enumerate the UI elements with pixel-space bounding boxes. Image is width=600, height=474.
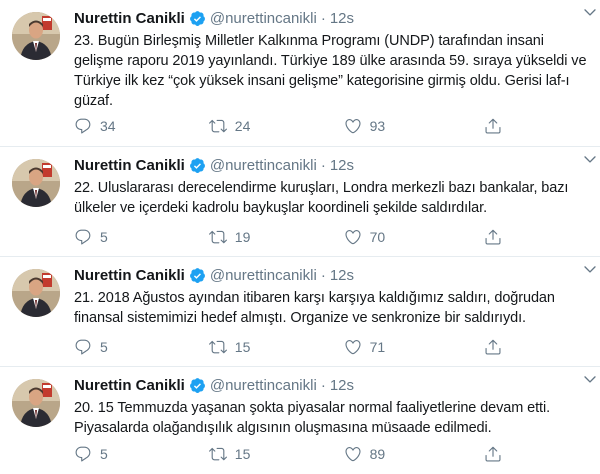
tweet-text: 23. Bugün Birleşmiş Milletler Kalkınma P…	[74, 33, 587, 109]
profile-photo	[12, 159, 60, 207]
reply-button[interactable]: 5	[74, 227, 209, 247]
reply-icon	[74, 445, 92, 463]
reply-button[interactable]: 5	[74, 337, 209, 357]
tweet-timestamp[interactable]: 12s	[330, 157, 354, 174]
reply-count: 5	[100, 446, 108, 462]
author-handle[interactable]: @nurettincanikli	[210, 10, 317, 27]
reply-button[interactable]: 5	[74, 444, 209, 464]
verified-badge-icon	[189, 10, 206, 27]
reply-count: 5	[100, 229, 108, 245]
heart-icon	[344, 338, 362, 356]
like-count: 71	[369, 339, 386, 355]
verified-badge-icon	[189, 157, 206, 174]
chevron-down-icon[interactable]	[582, 261, 598, 277]
separator-dot: ·	[320, 376, 326, 394]
tweet-header: Nurettin Canikli @nurettincanikli · 12s	[74, 375, 590, 395]
like-button[interactable]: 70	[344, 227, 479, 247]
retweet-button[interactable]: 15	[208, 337, 344, 357]
share-button[interactable]	[484, 227, 524, 247]
reply-icon	[74, 117, 92, 135]
like-button[interactable]: 71	[344, 337, 479, 357]
share-icon	[484, 445, 502, 463]
author-handle[interactable]: @nurettincanikli	[210, 377, 317, 394]
tweet-content: Nurettin Canikli @nurettincanikli · 12s …	[74, 8, 590, 111]
like-count: 89	[369, 446, 386, 462]
retweet-icon	[208, 228, 227, 246]
tweet-actions: 5 19 70	[74, 227, 524, 247]
tweet-content: Nurettin Canikli @nurettincanikli · 12s …	[74, 375, 590, 438]
profile-photo	[12, 269, 60, 317]
tweet[interactable]: Nurettin Canikli @nurettincanikli · 12s …	[0, 257, 600, 367]
tweet-timestamp[interactable]: 12s	[330, 10, 354, 27]
separator-dot: ·	[320, 156, 326, 174]
author-handle[interactable]: @nurettincanikli	[210, 157, 317, 174]
author-handle[interactable]: @nurettincanikli	[210, 267, 317, 284]
profile-photo	[12, 12, 60, 60]
chevron-down-icon[interactable]	[582, 371, 598, 387]
avatar[interactable]	[12, 269, 60, 317]
heart-icon	[344, 228, 362, 246]
share-button[interactable]	[484, 444, 524, 464]
separator-dot: ·	[320, 266, 326, 284]
share-icon	[484, 228, 502, 246]
tweet[interactable]: Nurettin Canikli @nurettincanikli · 12s …	[0, 0, 600, 147]
separator-dot: ·	[320, 9, 326, 27]
retweet-button[interactable]: 24	[208, 116, 344, 136]
avatar[interactable]	[12, 159, 60, 207]
retweet-icon	[208, 338, 227, 356]
avatar[interactable]	[12, 12, 60, 60]
share-button[interactable]	[484, 337, 524, 357]
reply-icon	[74, 228, 92, 246]
chevron-down-icon[interactable]	[582, 4, 598, 20]
verified-badge-icon	[189, 377, 206, 394]
tweet-header: Nurettin Canikli @nurettincanikli · 12s	[74, 265, 590, 285]
author-name[interactable]: Nurettin Canikli	[74, 377, 185, 394]
heart-icon	[344, 117, 362, 135]
profile-photo	[12, 379, 60, 427]
tweet-text: 22. Uluslararası derecelendirme kuruşlar…	[74, 180, 569, 216]
retweet-icon	[208, 117, 227, 135]
verified-badge-icon	[189, 267, 206, 284]
tweet-content: Nurettin Canikli @nurettincanikli · 12s …	[74, 265, 590, 328]
like-count: 70	[369, 229, 386, 245]
tweet-header: Nurettin Canikli @nurettincanikli · 12s	[74, 8, 590, 28]
tweet-actions: 5 15 71	[74, 337, 524, 357]
reply-count: 5	[100, 339, 108, 355]
avatar[interactable]	[12, 379, 60, 427]
retweet-count: 15	[234, 446, 251, 462]
tweet-actions: 34 24 93	[74, 116, 524, 136]
tweet[interactable]: Nurettin Canikli @nurettincanikli · 12s …	[0, 367, 600, 474]
like-button[interactable]: 93	[344, 116, 479, 136]
tweet-actions: 5 15 89	[74, 444, 524, 464]
reply-button[interactable]: 34	[74, 116, 209, 136]
author-name[interactable]: Nurettin Canikli	[74, 157, 185, 174]
like-count: 93	[369, 118, 386, 134]
tweet-content: Nurettin Canikli @nurettincanikli · 12s …	[74, 155, 590, 218]
retweet-count: 19	[234, 229, 251, 245]
reply-count: 34	[100, 118, 116, 134]
author-name[interactable]: Nurettin Canikli	[74, 267, 185, 284]
tweet-feed: Nurettin Canikli @nurettincanikli · 12s …	[0, 0, 600, 474]
share-button[interactable]	[484, 116, 524, 136]
reply-icon	[74, 338, 92, 356]
like-button[interactable]: 89	[344, 444, 479, 464]
tweet-header: Nurettin Canikli @nurettincanikli · 12s	[74, 155, 590, 175]
retweet-icon	[208, 445, 227, 463]
tweet-timestamp[interactable]: 12s	[330, 377, 354, 394]
tweet-text: 21. 2018 Ağustos ayından itibaren karşı …	[74, 290, 555, 326]
tweet-text: 20. 15 Temmuzda yaşanan şokta piyasalar …	[74, 400, 551, 436]
share-icon	[484, 338, 502, 356]
retweet-button[interactable]: 19	[208, 227, 344, 247]
author-name[interactable]: Nurettin Canikli	[74, 10, 185, 27]
retweet-button[interactable]: 15	[208, 444, 344, 464]
tweet-timestamp[interactable]: 12s	[330, 267, 354, 284]
chevron-down-icon[interactable]	[582, 151, 598, 167]
retweet-count: 15	[234, 339, 251, 355]
retweet-count: 24	[234, 118, 251, 134]
tweet[interactable]: Nurettin Canikli @nurettincanikli · 12s …	[0, 147, 600, 257]
share-icon	[484, 117, 502, 135]
heart-icon	[344, 445, 362, 463]
